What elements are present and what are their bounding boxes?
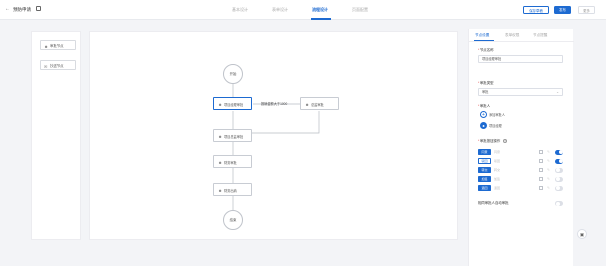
step-basic[interactable]: 基本设计 — [232, 7, 248, 12]
flow-node-label: 财务审批 — [224, 160, 237, 165]
help-icon[interactable]: ? — [503, 139, 507, 143]
add-approver-label: 添加审批人 — [489, 112, 505, 117]
flow-node-director[interactable]: ☻ 总监审批 — [300, 97, 339, 110]
user-icon: ☻ — [44, 43, 49, 49]
step-form[interactable]: 表单设计 — [272, 7, 288, 12]
operation-row: 同意 同意 ✎ — [478, 149, 565, 156]
user-icon: ☻ — [218, 101, 223, 107]
operation-checkbox[interactable] — [539, 186, 543, 190]
pencil-icon[interactable]: ✎ — [547, 177, 550, 181]
approver-label: 审批人 — [478, 104, 490, 108]
arrow-left-icon[interactable]: ← — [5, 7, 10, 12]
flow-canvas[interactable]: 开始 ☻ 项目经理审批 报销金额大于1000 ☻ 总监审批 ☻ 项目总监审批 ☻… — [89, 31, 458, 240]
operation-badge: 驳回 — [478, 158, 491, 164]
palette-item-label: 审批节点 — [50, 44, 64, 48]
flow-node-label: 总监审批 — [311, 102, 324, 107]
operation-checkbox[interactable] — [539, 177, 543, 181]
user-icon: ☻ — [480, 122, 487, 129]
flow-node-finance[interactable]: ☻ 财务审批 — [213, 155, 252, 168]
user-icon: ☻ — [218, 133, 223, 139]
edit-icon[interactable] — [36, 6, 41, 11]
operation-row: 加签 加签 ✎ — [478, 176, 565, 183]
user-icon: ☻ — [305, 101, 310, 107]
operation-badge: 退回 — [478, 185, 491, 191]
condition-label: 报销金额大于1000 — [261, 102, 288, 106]
approve-type-value: 审批 — [482, 90, 489, 94]
pencil-icon[interactable]: ✎ — [547, 150, 550, 154]
flow-connectors — [232, 84, 320, 210]
publish-button[interactable]: 发布 — [554, 6, 571, 14]
operation-badge: 加签 — [478, 176, 491, 182]
operation-checkbox[interactable] — [539, 168, 543, 172]
flow-node-label: 项目经理审批 — [224, 102, 244, 107]
operation-row: 退回 退回 ✎ — [478, 185, 565, 192]
node-properties-panel: 节点设置 表单权限 节点提醒 节点名称 项目经理审批 审批类型 审批 ⌄ 审批人… — [468, 29, 574, 266]
operation-toggle[interactable] — [555, 158, 563, 164]
approve-type-label: 审批类型 — [478, 81, 494, 85]
tab-node-reminder[interactable]: 节点提醒 — [533, 33, 547, 38]
more-button[interactable]: 更多 — [578, 6, 595, 14]
step-flow[interactable]: 流程设计 — [312, 7, 328, 12]
screen-icon[interactable]: ▣ — [577, 229, 587, 239]
operation-row: 转交 转交 ✎ — [478, 167, 565, 174]
start-node[interactable]: 开始 — [223, 64, 243, 84]
end-node[interactable]: 结束 — [223, 210, 243, 230]
flow-node-manager[interactable]: ☻ 项目经理审批 — [213, 97, 252, 110]
node-palette: ☻ 审批节点 ✉ 抄送节点 — [31, 31, 81, 240]
step-active-indicator — [311, 18, 331, 20]
tab-node-settings[interactable]: 节点设置 — [475, 33, 489, 38]
approve-type-select[interactable]: 审批 ⌄ — [478, 88, 563, 96]
operation-toggle[interactable] — [555, 185, 563, 191]
operation-checkbox[interactable] — [539, 159, 543, 163]
auto-approve-toggle[interactable] — [555, 201, 563, 206]
tab-divider — [469, 41, 574, 42]
operations-label: 审批按钮操作 — [478, 139, 500, 143]
node-name-input[interactable]: 项目经理审批 — [478, 55, 563, 63]
plus-icon: + — [480, 111, 487, 118]
palette-cc-node[interactable]: ✉ 抄送节点 — [40, 60, 76, 70]
operation-desc: 加签 — [494, 177, 501, 181]
operation-desc: 转交 — [494, 168, 501, 172]
palette-item-label: 抄送节点 — [50, 64, 64, 68]
user-icon: ☻ — [218, 187, 223, 193]
operation-row: 驳回 驳回 ✎ — [478, 158, 565, 165]
top-header: ← 预防申请 基本设计 表单设计 流程设计 页面配置 保存草稿 发布 更多 — [0, 0, 606, 20]
user-icon: ☻ — [218, 159, 223, 165]
cc-icon: ✉ — [44, 63, 48, 69]
palette-approval-node[interactable]: ☻ 审批节点 — [40, 40, 76, 50]
operation-toggle[interactable] — [555, 167, 563, 173]
operation-badge: 转交 — [478, 167, 491, 173]
flow-node-cashier[interactable]: ☻ 财务出纳 — [213, 183, 252, 196]
operation-badge: 同意 — [478, 149, 491, 155]
pencil-icon[interactable]: ✎ — [547, 168, 550, 172]
operation-checkbox[interactable] — [539, 150, 543, 154]
tab-form-permissions[interactable]: 表单权限 — [505, 33, 519, 38]
pencil-icon[interactable]: ✎ — [547, 186, 550, 190]
app-title: 预防申请 — [13, 7, 31, 12]
operation-toggle[interactable] — [555, 149, 563, 155]
chevron-down-icon: ⌄ — [556, 90, 559, 94]
pencil-icon[interactable]: ✎ — [547, 159, 550, 163]
node-name-label: 节点名称 — [478, 48, 494, 52]
step-page[interactable]: 页面配置 — [352, 7, 368, 12]
operation-desc: 同意 — [494, 150, 501, 154]
auto-approve-label: 相同审批人自动审批 — [478, 201, 509, 205]
flow-node-project-director[interactable]: ☻ 项目总监审批 — [213, 129, 252, 142]
approver-role: 项目经理 — [489, 123, 502, 128]
flow-node-label: 财务出纳 — [224, 188, 237, 193]
flow-node-label: 项目总监审批 — [224, 134, 244, 139]
save-draft-button[interactable]: 保存草稿 — [523, 6, 549, 14]
operation-toggle[interactable] — [555, 176, 563, 182]
operation-desc: 退回 — [494, 186, 501, 190]
operation-desc: 驳回 — [494, 159, 501, 163]
